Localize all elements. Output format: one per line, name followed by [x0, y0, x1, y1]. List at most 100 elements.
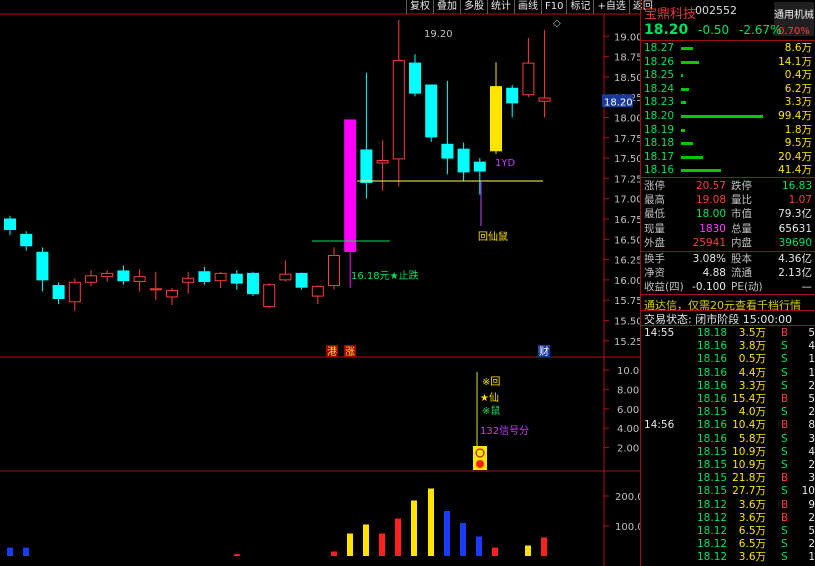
- tick-price: 18.16: [697, 432, 728, 445]
- order-price: 18.19: [644, 123, 675, 136]
- chart-toolbar: 复权 叠加 多股 统计 画线 F10 标记 +自选 返回: [406, 0, 653, 14]
- candle-body[interactable]: [4, 218, 16, 231]
- toolbar-button[interactable]: 统计: [487, 0, 514, 14]
- candle-body[interactable]: [425, 84, 438, 138]
- candle-body[interactable]: [279, 273, 292, 281]
- candle-body[interactable]: [230, 273, 243, 284]
- order-volume-bar: [681, 60, 699, 64]
- chart-area[interactable]: 19.20 1YD 回仙鼠 16.18元★止跌 ◇ 港涨 财 19.00 18.75 18.50…: [0, 0, 640, 566]
- tick-volume: 0.5万: [738, 353, 766, 366]
- candle-body[interactable]: [133, 276, 146, 282]
- candle-body[interactable]: [473, 161, 486, 172]
- candle-body[interactable]: [376, 160, 389, 164]
- tick-count: 9: [808, 498, 815, 511]
- tick-row: 18.15 10.9万 S 4: [641, 446, 815, 459]
- tick-row: 18.12 6.5万 S 2: [641, 538, 815, 551]
- candle-body[interactable]: [36, 251, 49, 281]
- toolbar-button[interactable]: F10: [541, 0, 566, 14]
- y-tick-label: 16.00: [614, 276, 640, 287]
- candle-body[interactable]: [68, 281, 81, 303]
- tick-price: 18.15: [697, 406, 728, 419]
- stat-label: 现量: [644, 222, 665, 235]
- toolbar-button[interactable]: 多股: [460, 0, 487, 14]
- stat-value: 1830: [699, 222, 726, 235]
- volume-bar: [492, 547, 498, 556]
- candle-body[interactable]: [457, 148, 470, 173]
- signal-text: ※回: [482, 376, 500, 388]
- tick-volume: 27.7万: [732, 485, 766, 498]
- stat-label: 流通: [731, 266, 752, 279]
- stat-row: 收益(四) -0.100 PE(动) —: [644, 281, 812, 294]
- candle-body[interactable]: [182, 277, 195, 283]
- candle-body[interactable]: [20, 233, 33, 247]
- tick-price: 18.16: [697, 379, 728, 392]
- candle-body[interactable]: [538, 97, 551, 102]
- tick-side: S: [781, 432, 788, 445]
- tick-side: S: [781, 406, 788, 419]
- candle-body[interactable]: [409, 62, 421, 94]
- volume-bar: [541, 537, 547, 556]
- toolbar-button[interactable]: 标记: [566, 0, 593, 14]
- volume-tick-label: 200.0: [615, 492, 640, 503]
- y-tick-label: 15.25: [614, 337, 640, 348]
- order-volume-bar: [681, 142, 693, 146]
- tick-side: S: [781, 353, 788, 366]
- candle-body[interactable]: [149, 288, 162, 291]
- candle-body[interactable]: [344, 119, 357, 252]
- tick-volume: 3.5万: [738, 327, 766, 339]
- order-price: 18.17: [644, 150, 675, 163]
- candle-body[interactable]: [506, 87, 519, 104]
- tick-row: 14:56 18.16 10.4万 B 8: [641, 419, 815, 432]
- stat-row: 最低 18.00 市值 79.3亿: [644, 208, 812, 221]
- candle-body[interactable]: [52, 285, 65, 300]
- y-tick-label: 17.75: [614, 134, 640, 145]
- tick-price: 18.15: [697, 485, 728, 498]
- toolbar-button[interactable]: 叠加: [433, 0, 460, 14]
- tick-price: 18.12: [697, 538, 728, 551]
- tick-count: 2: [808, 379, 815, 392]
- signal-text: ★仙: [480, 391, 499, 404]
- tick-volume: 3.8万: [738, 340, 766, 353]
- candle-body[interactable]: [247, 272, 259, 295]
- stat-label: 外盘: [644, 236, 665, 249]
- diamond-icon: ◇: [553, 18, 561, 29]
- candle-body[interactable]: [490, 86, 502, 152]
- stock-name[interactable]: 宝鼎科技: [644, 3, 696, 22]
- candle-body[interactable]: [214, 272, 227, 282]
- candle-body[interactable]: [117, 270, 130, 282]
- stat-value: 79.3亿: [778, 208, 812, 221]
- stat-label: 市值: [731, 208, 752, 221]
- candle-body[interactable]: [198, 271, 211, 282]
- candle-body[interactable]: [311, 285, 324, 297]
- candle-body[interactable]: [85, 275, 97, 283]
- candle-body[interactable]: [101, 272, 114, 278]
- toolbar-button[interactable]: 画线: [514, 0, 541, 14]
- signal-tick-label: 8.00: [617, 385, 639, 396]
- tick-count: 2: [808, 511, 815, 524]
- volume-bar: [395, 518, 401, 556]
- volume-bar: [331, 551, 337, 556]
- toolbar-button[interactable]: +自选: [593, 0, 628, 14]
- candle-body[interactable]: [328, 255, 340, 287]
- tick-row: 18.15 21.8万 B 3: [641, 472, 815, 485]
- signal-text: ※鼠: [482, 404, 500, 417]
- toolbar-button[interactable]: 复权: [406, 0, 433, 14]
- y-tick-label: 18.50: [614, 73, 640, 84]
- candle-body[interactable]: [360, 149, 373, 183]
- candle-body[interactable]: [263, 284, 276, 308]
- tick-row: 18.12 6.5万 S 5: [641, 525, 815, 538]
- candle-body[interactable]: [392, 60, 405, 160]
- divider: [641, 40, 815, 41]
- order-book-row: 18.27 8.6万: [644, 42, 812, 55]
- tick-price: 18.16: [697, 340, 728, 353]
- tick-volume: 6.5万: [738, 525, 766, 537]
- tick-side: S: [781, 445, 788, 458]
- event-marker-label: 财: [539, 345, 549, 358]
- tick-side: S: [781, 485, 788, 498]
- candle-body[interactable]: [295, 272, 308, 288]
- volume-bar: [444, 511, 450, 556]
- candle-body[interactable]: [522, 62, 535, 96]
- candle-body[interactable]: [441, 143, 454, 159]
- price-line: 18.20 -0.50 -2.67%: [644, 22, 781, 38]
- candle-body[interactable]: [166, 289, 178, 298]
